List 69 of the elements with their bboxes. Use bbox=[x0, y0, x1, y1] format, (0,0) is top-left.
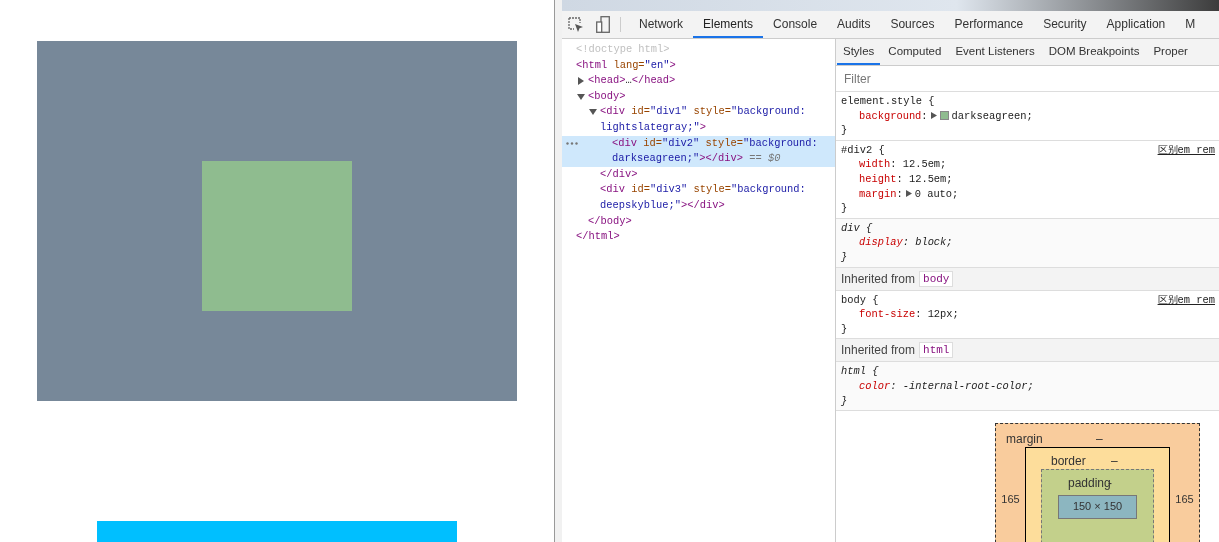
source-link[interactable]: 区别em rem bbox=[1157, 142, 1215, 158]
margin-value: – bbox=[1096, 431, 1103, 446]
panel-tab[interactable]: Application bbox=[1096, 11, 1176, 38]
property-name: display: bbox=[859, 235, 909, 250]
css-selector: #div2 { bbox=[841, 142, 885, 158]
property-name: font-size: bbox=[859, 307, 922, 322]
panel-tab[interactable]: Console bbox=[763, 11, 828, 38]
dom-node[interactable]: <div id="div1" style="background: lightslategray;"> bbox=[562, 104, 835, 136]
inspect-icon[interactable] bbox=[568, 16, 584, 33]
property-name: margin: bbox=[859, 186, 903, 202]
margin-value: 165 bbox=[1000, 492, 1021, 506]
element-link[interactable]: html bbox=[919, 342, 954, 359]
dom-node[interactable]: <body> bbox=[562, 88, 835, 105]
property-name: background: bbox=[859, 108, 928, 124]
content-size: 150 × 150 bbox=[1058, 495, 1137, 520]
property-value: -internal-root-color; bbox=[902, 378, 1034, 394]
element-link[interactable]: body bbox=[919, 270, 954, 287]
expanded-arrow-icon[interactable] bbox=[589, 108, 597, 117]
closing-brace: } bbox=[841, 249, 849, 265]
dom-node[interactable]: <html lang="en"> bbox=[562, 57, 835, 74]
source-link[interactable]: 区别em rem bbox=[1157, 292, 1215, 308]
panel-tab[interactable]: Network bbox=[629, 11, 693, 38]
property-value: 12.5em; bbox=[902, 157, 947, 172]
color-swatch[interactable] bbox=[939, 111, 949, 121]
panel-tab[interactable]: Performance bbox=[944, 11, 1034, 38]
device-icon[interactable] bbox=[596, 16, 610, 33]
closing-tag[interactable]: </div> bbox=[562, 166, 835, 183]
property-value: 12px; bbox=[927, 307, 959, 322]
property-value: 12.5em; bbox=[908, 171, 953, 187]
panel-tab[interactable]: Audits bbox=[827, 11, 881, 38]
property-name: height: bbox=[859, 171, 903, 187]
css-selector: div { bbox=[841, 220, 873, 236]
expanded-arrow-icon[interactable] bbox=[577, 92, 585, 101]
inherited-label: Inherited from bbox=[841, 343, 916, 358]
sidebar-tab[interactable]: Proper bbox=[1147, 39, 1194, 65]
margin-label: margin bbox=[1005, 431, 1044, 446]
panel-tab[interactable]: M bbox=[1175, 11, 1206, 38]
dom-node[interactable]: <head>…</head> bbox=[562, 73, 835, 89]
property-value: darkseagreen; bbox=[951, 108, 1033, 124]
css-selector: body { bbox=[841, 292, 879, 308]
collapsed-arrow-icon[interactable] bbox=[577, 77, 585, 86]
expand-arrow-icon[interactable] bbox=[930, 112, 937, 120]
more-icon[interactable] bbox=[566, 141, 578, 145]
closing-tag[interactable]: </html> bbox=[562, 229, 835, 245]
panel-tab[interactable]: Sources bbox=[880, 11, 945, 38]
padding-label: padding bbox=[1067, 475, 1108, 490]
closing-brace: } bbox=[841, 123, 849, 138]
border-label: border bbox=[1050, 453, 1087, 468]
dom-node[interactable]: <div id="div3" style="background: deepskyblue;"></div> bbox=[562, 182, 835, 214]
property-name: color: bbox=[859, 378, 897, 394]
dom-node[interactable]: <div id="div2" style="background: darkseagreen;"></div> == $0 bbox=[562, 135, 835, 167]
panel-tab[interactable]: Security bbox=[1033, 11, 1097, 38]
panel-tab[interactable]: Elements bbox=[693, 11, 764, 38]
property-value: 0 auto; bbox=[914, 186, 959, 202]
sidebar-tab[interactable]: Computed bbox=[882, 39, 948, 65]
closing-brace: } bbox=[841, 393, 849, 409]
sidebar-tab[interactable]: Event Listeners bbox=[949, 39, 1041, 65]
property-value: block; bbox=[915, 235, 953, 250]
expand-arrow-icon[interactable] bbox=[905, 190, 912, 198]
border-value: – bbox=[1111, 453, 1118, 468]
sidebar-tab[interactable]: DOM Breakpoints bbox=[1042, 39, 1146, 65]
closing-tag[interactable]: </body> bbox=[562, 213, 835, 230]
closing-brace: } bbox=[841, 201, 849, 216]
css-selector: html { bbox=[841, 364, 879, 379]
property-name: width: bbox=[859, 157, 897, 172]
inherited-label: Inherited from bbox=[841, 271, 916, 286]
margin-value: 165 bbox=[1174, 492, 1195, 506]
closing-brace: } bbox=[841, 321, 849, 337]
css-selector: element.style { bbox=[841, 94, 935, 109]
